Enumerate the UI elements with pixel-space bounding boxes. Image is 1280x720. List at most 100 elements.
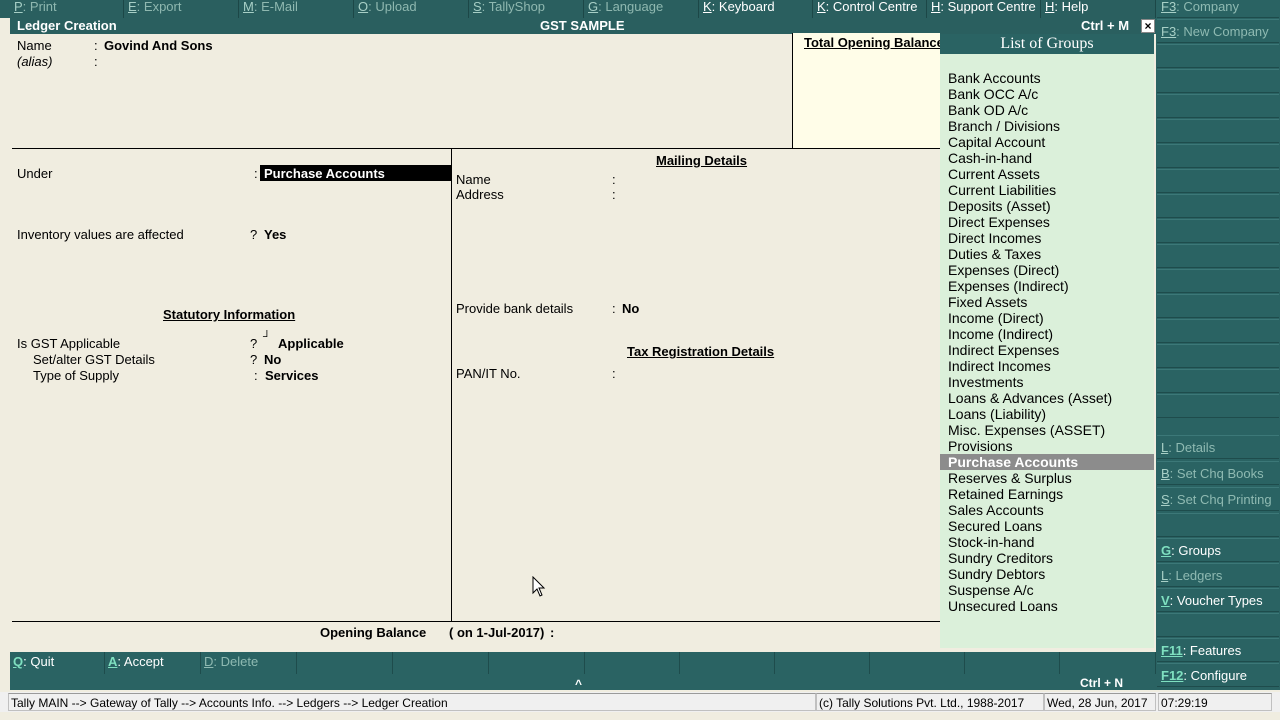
group-item[interactable]: Sundry Creditors — [948, 550, 1053, 566]
empty-button — [393, 652, 489, 674]
group-item[interactable]: Current Liabilities — [948, 182, 1056, 198]
info-shortcut: Ctrl + N — [1080, 676, 1124, 690]
menu-export[interactable]: E: Export — [124, 0, 239, 18]
group-item[interactable]: Sundry Debtors — [948, 566, 1045, 582]
group-item[interactable]: Income (Direct) — [948, 310, 1044, 326]
set-chq-printing-button[interactable]: S: Set Chq Printing — [1157, 487, 1279, 511]
menu-keyboard[interactable]: K: Keyboard — [699, 0, 813, 18]
group-item[interactable]: Current Assets — [948, 166, 1040, 182]
group-item[interactable]: Deposits (Asset) — [948, 198, 1051, 214]
empty-button — [1157, 119, 1279, 143]
gst-mark: ┘ — [263, 331, 271, 343]
group-item[interactable]: Capital Account — [948, 134, 1045, 150]
menu-upload[interactable]: O: Upload — [354, 0, 469, 18]
menu-support-centre[interactable]: H: Support Centre — [927, 0, 1041, 18]
screen-title: Ledger Creation — [17, 18, 117, 33]
close-icon[interactable]: × — [1141, 19, 1155, 33]
group-item[interactable]: Duties & Taxes — [948, 246, 1041, 262]
group-item[interactable]: Direct Incomes — [948, 230, 1041, 246]
menu-email[interactable]: M: E-Mail — [239, 0, 354, 18]
details-button[interactable]: L: Details — [1157, 435, 1279, 459]
empty-button — [1157, 44, 1279, 68]
empty-button — [1157, 319, 1279, 343]
group-item[interactable]: Purchase Accounts — [948, 454, 1078, 470]
empty-button — [1157, 219, 1279, 243]
statutory-heading: Statutory Information — [163, 307, 296, 322]
group-item[interactable]: Stock-in-hand — [948, 534, 1034, 550]
empty-button — [585, 652, 680, 674]
group-item[interactable]: Expenses (Indirect) — [948, 278, 1069, 294]
divider — [12, 148, 792, 149]
company-button[interactable]: F3: Company — [1157, 0, 1279, 18]
group-item[interactable]: Misc. Expenses (ASSET) — [948, 422, 1105, 438]
alias-label: (alias) — [17, 54, 53, 69]
total-opening-balance-panel: Total Opening Balance — [792, 33, 940, 149]
group-item[interactable]: Bank OD A/c — [948, 102, 1028, 118]
mail-address-field[interactable] — [620, 187, 920, 202]
group-item[interactable]: Investments — [948, 374, 1023, 390]
under-value: Purchase Accounts — [264, 166, 385, 181]
title-bar: Ledger Creation GST SAMPLE Ctrl + M × — [10, 18, 1156, 34]
ledgers-button[interactable]: L: Ledgers — [1157, 563, 1279, 587]
empty-button — [1157, 244, 1279, 268]
group-item[interactable]: Sales Accounts — [948, 502, 1044, 518]
new-company-button[interactable]: F3: New Company — [1157, 19, 1279, 43]
group-item[interactable]: Bank OCC A/c — [948, 86, 1038, 102]
groups-button[interactable]: G: Groups — [1157, 538, 1279, 562]
group-item[interactable]: Reserves & Surplus — [948, 470, 1072, 486]
features-button[interactable]: F11: Features — [1157, 638, 1279, 662]
group-item[interactable]: Secured Loans — [948, 518, 1042, 534]
group-item[interactable]: Loans (Liability) — [948, 406, 1046, 422]
menu-tallyshop[interactable]: S: TallyShop — [469, 0, 584, 18]
mail-address-label: Address — [456, 187, 504, 202]
gst-details-value[interactable]: No — [264, 352, 281, 367]
menu-control-centre[interactable]: K: Control Centre — [813, 0, 927, 18]
gst-applicable-label: Is GST Applicable — [17, 336, 121, 351]
delete-button[interactable]: D: Delete — [201, 652, 297, 674]
group-item[interactable]: Income (Indirect) — [948, 326, 1053, 342]
group-item[interactable]: Fixed Assets — [948, 294, 1027, 310]
opening-balance-label: Opening Balance — [320, 625, 427, 640]
group-item[interactable]: Indirect Incomes — [948, 358, 1051, 374]
gst-details-label: Set/alter GST Details — [33, 352, 155, 367]
set-chq-books-button[interactable]: B: Set Chq Books — [1157, 461, 1279, 485]
group-item[interactable]: Provisions — [948, 438, 1013, 454]
menu-print[interactable]: P: Print — [10, 0, 124, 18]
menu-language[interactable]: G: Language — [584, 0, 699, 18]
voucher-types-button[interactable]: V: Voucher Types — [1157, 588, 1279, 612]
mail-name-field[interactable] — [620, 172, 920, 187]
group-item[interactable]: Unsecured Loans — [948, 598, 1058, 614]
group-item[interactable]: Loans & Advances (Asset) — [948, 390, 1112, 406]
group-item[interactable]: Direct Expenses — [948, 214, 1050, 230]
gst-applicable-value[interactable]: Applicable — [278, 336, 344, 351]
under-label: Under — [17, 166, 53, 181]
group-item[interactable]: Branch / Divisions — [948, 118, 1060, 134]
group-item[interactable]: Suspense A/c — [948, 582, 1034, 598]
empty-button — [1157, 294, 1279, 318]
alias-field[interactable] — [94, 54, 294, 70]
configure-button[interactable]: F12: Configure — [1157, 663, 1279, 687]
pan-field[interactable] — [620, 366, 920, 381]
group-item[interactable]: Expenses (Direct) — [948, 262, 1059, 278]
menu-help[interactable]: H: Help — [1041, 0, 1156, 18]
opening-balance-field[interactable] — [562, 624, 762, 640]
expand-arrow-icon[interactable]: ^ — [575, 675, 582, 693]
bank-value[interactable]: No — [622, 301, 639, 316]
inventory-value[interactable]: Yes — [264, 227, 286, 242]
under-field[interactable]: Purchase Accounts — [260, 165, 451, 181]
accept-button[interactable]: A: Accept — [105, 652, 201, 674]
empty-button — [680, 652, 775, 674]
quit-button[interactable]: Q: Quit — [10, 652, 105, 674]
group-item[interactable]: Bank Accounts — [948, 70, 1041, 86]
name-field[interactable]: Govind And Sons — [104, 38, 213, 53]
breadcrumb: Tally MAIN --> Gateway of Tally --> Acco… — [8, 693, 816, 711]
colon: : — [612, 366, 616, 381]
empty-button — [1157, 144, 1279, 168]
colon: : — [550, 625, 555, 640]
group-item[interactable]: Retained Earnings — [948, 486, 1063, 502]
group-item[interactable]: Indirect Expenses — [948, 342, 1059, 358]
empty-button — [1157, 344, 1279, 368]
empty-button — [870, 652, 965, 674]
group-item[interactable]: Cash-in-hand — [948, 150, 1032, 166]
supply-value[interactable]: Services — [265, 368, 319, 383]
